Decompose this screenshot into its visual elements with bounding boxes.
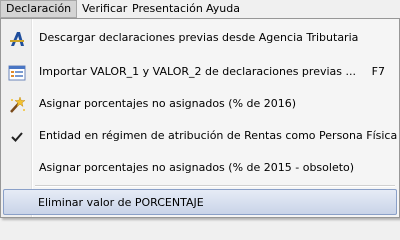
- aeat-logo-icon: [8, 30, 26, 48]
- menu-item-label: Importar VALOR_1 y VALOR_2 de declaracio…: [39, 65, 356, 78]
- menu-item-entidad-atribucion-rentas[interactable]: Entidad en régimen de atribución de Rent…: [3, 123, 397, 149]
- menu-ayuda-label: Ayuda: [206, 2, 240, 15]
- menu-ayuda[interactable]: Ayuda: [201, 0, 245, 18]
- menu-item-eliminar-porcentaje[interactable]: Eliminar valor de PORCENTAJE: [3, 189, 397, 215]
- menu-verificar[interactable]: Verificar: [77, 0, 132, 18]
- menu-item-label: Asignar porcentajes no asignados (% de 2…: [39, 161, 355, 174]
- menu-declaracion-label: Declaración: [6, 2, 72, 15]
- menu-item-asignar-porcentajes-2015[interactable]: Asignar porcentajes no asignados (% de 2…: [3, 155, 397, 181]
- checkmark-icon: [8, 128, 26, 146]
- magic-wand-icon: [8, 96, 26, 114]
- menu-item-label: Descargar declaraciones previas desde Ag…: [39, 31, 359, 44]
- import-list-icon: [8, 64, 26, 82]
- menu-presentacion-label: Presentación: [132, 2, 203, 15]
- menu-item-label: Asignar porcentajes no asignados (% de 2…: [39, 97, 297, 110]
- menu-item-descargar-declaraciones[interactable]: Descargar declaraciones previas desde Ag…: [3, 25, 397, 51]
- menu-item-label: Eliminar valor de PORCENTAJE: [38, 196, 204, 209]
- menu-separator-highlight: [35, 186, 395, 187]
- menu-item-asignar-porcentajes-2016[interactable]: Asignar porcentajes no asignados (% de 2…: [3, 91, 397, 117]
- menu-item-label: Entidad en régimen de atribución de Rent…: [39, 129, 398, 142]
- menu-presentacion[interactable]: Presentación: [127, 0, 208, 18]
- shortcut-key: F7: [371, 65, 385, 78]
- menu-item-importar-valores[interactable]: Importar VALOR_1 y VALOR_2 de declaracio…: [3, 59, 397, 85]
- menu-verificar-label: Verificar: [82, 2, 128, 15]
- declaracion-dropdown-menu: Descargar declaraciones previas desde Ag…: [0, 18, 400, 218]
- menu-declaracion[interactable]: Declaración: [0, 0, 77, 18]
- menu-bar: Declaración Verificar Presentación Ayuda: [0, 0, 400, 19]
